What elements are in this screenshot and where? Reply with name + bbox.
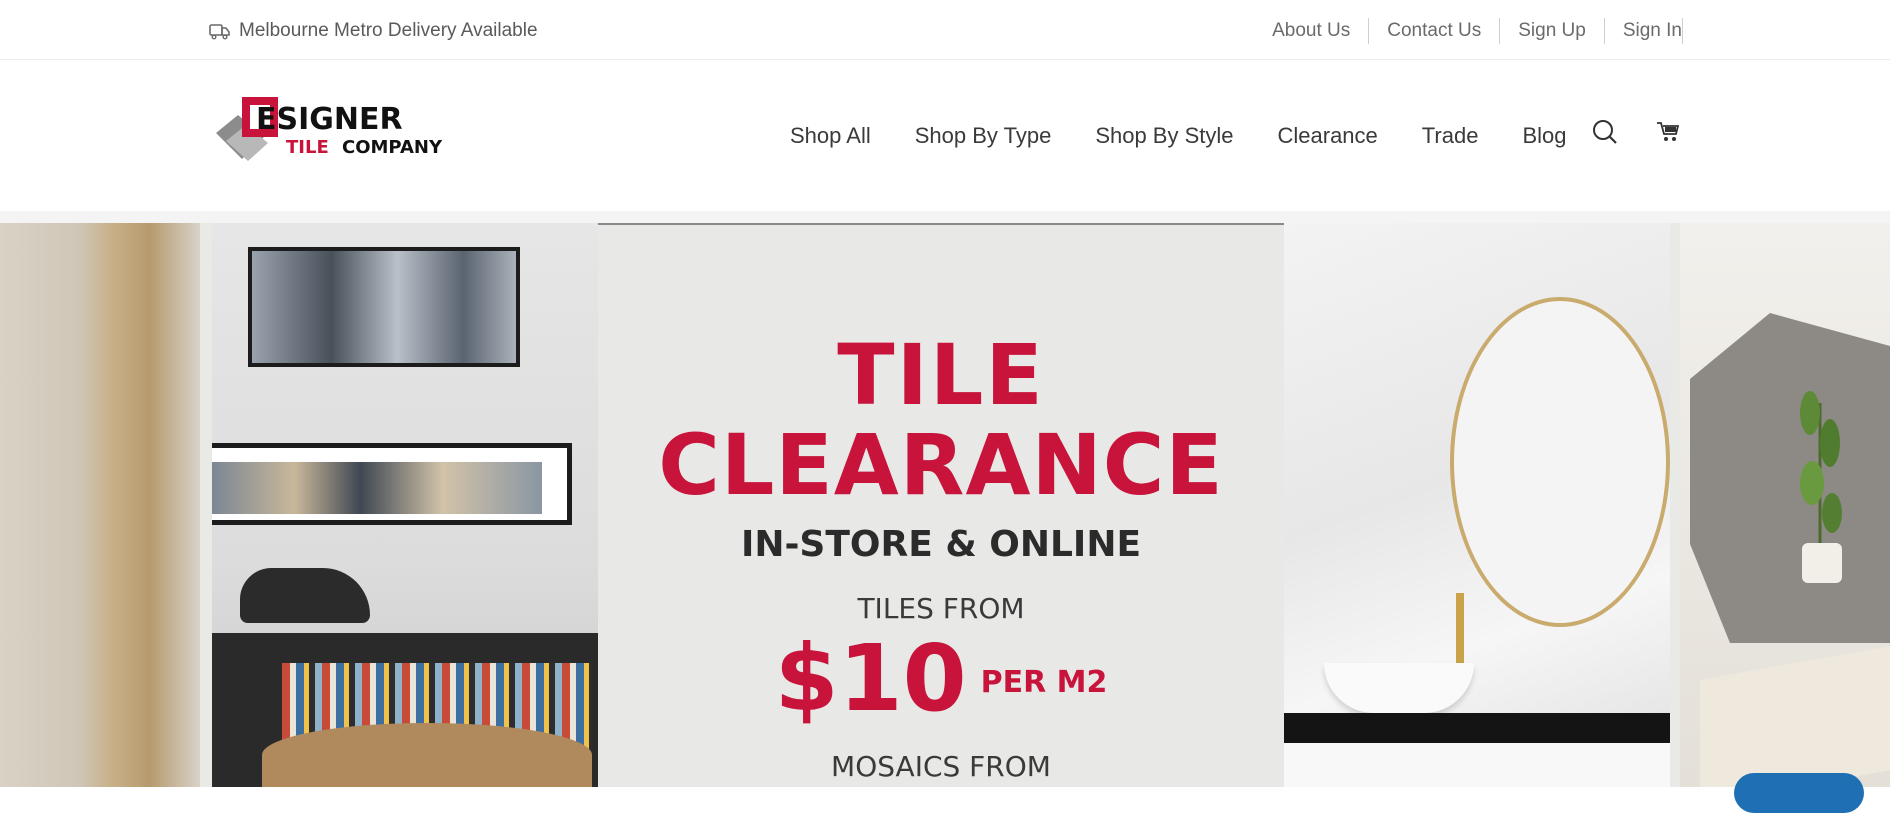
nav-shop-by-style[interactable]: Shop By Style [1095, 123, 1233, 149]
sign-up-link[interactable]: Sign Up [1500, 18, 1605, 44]
contact-us-link[interactable]: Contact Us [1369, 18, 1501, 44]
nav-trade[interactable]: Trade [1422, 123, 1479, 149]
main-header: ESIGNER TILE COMPANY Shop All Shop By Ty… [0, 61, 1890, 211]
coffee-table [262, 723, 592, 787]
svg-text:ESIGNER: ESIGNER [256, 102, 403, 137]
round-mirror [1450, 297, 1670, 627]
price-row: $10 PER M2 [598, 633, 1284, 725]
living-room-image [212, 223, 598, 787]
nav-shop-by-type[interactable]: Shop By Type [915, 123, 1052, 149]
price-unit: PER M2 [980, 664, 1108, 700]
abstract-art-frame [248, 247, 520, 367]
account-links: About Us Contact Us Sign Up Sign In [1254, 18, 1683, 44]
top-bar: Melbourne Metro Delivery Available About… [0, 0, 1890, 60]
nav-shop-all[interactable]: Shop All [790, 123, 871, 149]
plant-image [1800, 391, 1842, 583]
tiles-from-label: TILES FROM [857, 592, 1025, 625]
vanity-cabinet [1284, 743, 1670, 787]
hero-left-edge-image [0, 223, 200, 787]
header-icons [1592, 119, 1718, 145]
gold-faucet [1456, 593, 1464, 663]
nav-blog[interactable]: Blog [1522, 123, 1566, 149]
bathroom-image [1284, 223, 1670, 787]
designer-tile-company-logo[interactable]: ESIGNER TILE COMPANY [212, 95, 452, 171]
promo-title-line1: TILE [837, 326, 1045, 424]
clearance-promo-panel[interactable]: TILE CLEARANCE IN-STORE & ONLINE TILES F… [598, 223, 1284, 787]
header-divider [0, 211, 1890, 223]
promo-title-line2: CLEARANCE [658, 416, 1224, 514]
truck-icon [209, 24, 230, 40]
landscape-art-frame [212, 443, 572, 525]
sign-in-link[interactable]: Sign In [1605, 18, 1683, 44]
vanity-top [1284, 713, 1670, 743]
promo-subtitle: IN-STORE & ONLINE [740, 524, 1142, 565]
basin-sink [1324, 663, 1474, 713]
nav-clearance[interactable]: Clearance [1278, 123, 1378, 149]
mosaics-from-label: MOSAICS FROM [831, 750, 1051, 783]
search-icon[interactable] [1592, 119, 1618, 145]
chat-widget-button[interactable] [1734, 773, 1864, 813]
main-nav: Shop All Shop By Type Shop By Style Clea… [790, 123, 1610, 149]
panther-sculpture [240, 568, 370, 623]
svg-text:COMPANY: COMPANY [342, 137, 443, 158]
svg-text:TILE: TILE [286, 137, 329, 158]
about-us-link[interactable]: About Us [1254, 18, 1370, 44]
delivery-notice: Melbourne Metro Delivery Available [209, 20, 538, 42]
cart-icon[interactable] [1656, 121, 1680, 143]
promo-price: $10 [774, 625, 967, 732]
hero-banner[interactable]: TILE CLEARANCE IN-STORE & ONLINE TILES F… [0, 223, 1890, 787]
delivery-text: Melbourne Metro Delivery Available [239, 20, 538, 41]
